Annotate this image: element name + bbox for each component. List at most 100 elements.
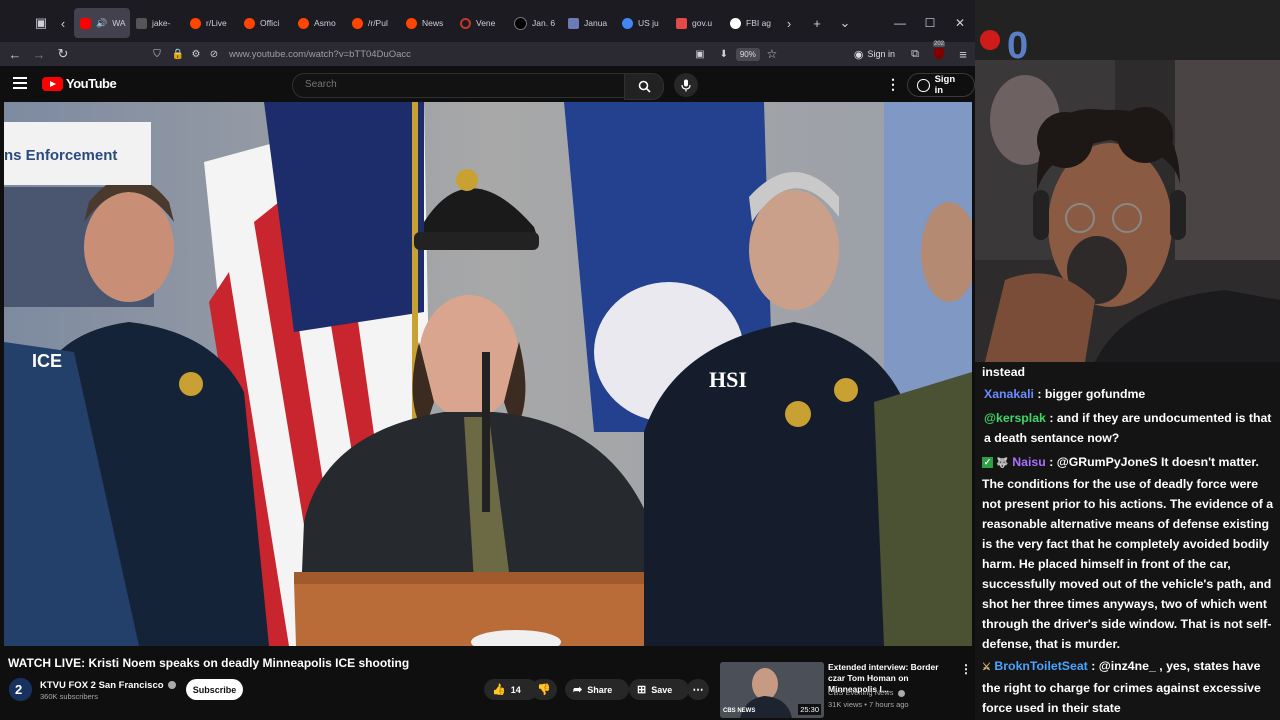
tab[interactable]: r/Live	[184, 8, 238, 38]
extensions-icon[interactable]: ⧉	[903, 48, 927, 61]
channel-name[interactable]: KTVU FOX 2 San Francisco	[40, 680, 177, 691]
list-tabs-icon[interactable]: ⌄	[834, 12, 856, 34]
search-input[interactable]	[293, 74, 617, 95]
circle-icon	[460, 17, 471, 29]
back-icon[interactable]: ←	[3, 47, 27, 62]
sword-badge-icon: ⚔	[982, 662, 991, 673]
close-window-icon[interactable]: ✕	[945, 16, 975, 30]
shield-red-icon	[934, 47, 944, 59]
tab[interactable]: Offici	[238, 8, 292, 38]
verified-icon	[168, 681, 177, 690]
recommended-menu-icon[interactable]: ⋮	[960, 662, 972, 676]
tab[interactable]: gov.u	[670, 8, 724, 38]
dislike-button[interactable]: 👎	[531, 679, 557, 700]
tabs-scroll-right-icon[interactable]: ›	[778, 12, 800, 34]
microphone-icon	[681, 79, 691, 91]
tab-manager-icon[interactable]: ▣	[30, 12, 52, 34]
reddit-icon	[244, 17, 255, 29]
voice-search-button[interactable]	[674, 73, 698, 97]
save-page-icon[interactable]: ⬇	[712, 49, 736, 60]
thumbs-up-icon: 👍	[492, 684, 506, 696]
speaker-icon[interactable]: 🔊	[96, 18, 107, 29]
chat-message: Xanakali : bigger gofundme	[984, 387, 1146, 401]
more-actions-button[interactable]: ⋯	[687, 679, 709, 700]
tab[interactable]: US ju	[616, 8, 670, 38]
tab[interactable]: News	[400, 8, 454, 38]
zoom-level[interactable]: 90%	[735, 47, 760, 61]
youtube-icon	[80, 17, 91, 29]
tabs-scroll-left-icon[interactable]: ‹	[52, 12, 74, 34]
tab[interactable]: Janua	[562, 8, 616, 38]
url-bar[interactable]: www.youtube.com/watch?v=bTT04DuOacc	[229, 49, 411, 60]
recommended-thumbnail[interactable]: CBS NEWS 25:30	[720, 662, 824, 718]
ublock-badge: 202	[933, 40, 946, 47]
subscribe-button[interactable]: Subscribe	[186, 679, 243, 700]
forward-icon[interactable]: →	[27, 47, 51, 62]
shield-icon[interactable]: ⛉	[145, 49, 169, 60]
lock-icon[interactable]: 🔒	[169, 49, 187, 60]
chat-username[interactable]: Naisu	[1012, 455, 1046, 469]
recommended-video[interactable]: CBS NEWS 25:30 Extended interview: Borde…	[720, 662, 975, 720]
like-button[interactable]: 👍 14	[484, 679, 538, 700]
share-icon: ➦	[573, 684, 583, 696]
tab-strip: ▣ ‹ 🔊 WA ✕ jake- r/Live Offici Asmo /r/P…	[0, 0, 975, 46]
account-signin[interactable]: ◉ Sign in	[854, 48, 895, 61]
svg-text:2: 2	[15, 682, 22, 697]
recommended-channel[interactable]: CBS Evening News	[828, 688, 905, 697]
new-tab-icon[interactable]: +	[806, 12, 828, 34]
recommended-meta: 31K views • 7 hours ago	[828, 700, 909, 709]
youtube-play-icon	[42, 76, 63, 91]
picture-in-picture-icon[interactable]: ▣	[688, 49, 712, 60]
chat-message-text: bigger gofundme	[1044, 387, 1146, 401]
minimize-icon[interactable]: —	[885, 16, 915, 30]
reload-icon[interactable]: ↻	[51, 46, 75, 62]
reddit-icon	[298, 17, 309, 29]
channel-avatar[interactable]: 2	[9, 678, 32, 701]
youtube-logo[interactable]: YouTube	[42, 76, 117, 91]
save-button[interactable]: ⊞ Save	[629, 679, 689, 700]
account-icon: ◉	[853, 48, 864, 61]
ublock-icon[interactable]: 202	[927, 40, 951, 62]
menu-icon[interactable]: ≡	[951, 47, 975, 62]
youtube-header: YouTube ⋮ Sign in	[0, 66, 975, 102]
chat-username[interactable]: BroknToiletSeat	[994, 659, 1087, 673]
subscriber-count: 360K subscribers	[40, 692, 98, 701]
settings-menu-icon[interactable]: ⋮	[886, 76, 900, 93]
chat-username[interactable]: @kersplak	[984, 411, 1046, 425]
chat-panel: instead Xanakali : bigger gofundme @kers…	[975, 362, 1280, 720]
search-box[interactable]	[292, 73, 626, 98]
chat-message: instead	[982, 362, 1279, 382]
banner-text: ns Enforcement	[4, 147, 118, 164]
verified-icon	[897, 689, 905, 697]
maximize-icon[interactable]: ☐	[915, 16, 945, 30]
more-horizontal-icon: ⋯	[692, 684, 704, 696]
share-button[interactable]: ➦ Share	[565, 679, 629, 700]
fox2-logo-icon: 2	[9, 678, 32, 701]
tab[interactable]: Vene	[454, 8, 508, 38]
webcam-image: 0	[975, 0, 1280, 362]
video-title: WATCH LIVE: Kristi Noem speaks on deadly…	[8, 656, 410, 670]
search-icon	[638, 80, 651, 93]
tab[interactable]: jake-	[130, 8, 184, 38]
google-icon	[622, 17, 633, 29]
search-button[interactable]	[624, 73, 664, 100]
reddit-icon	[190, 17, 201, 29]
signin-button[interactable]: Sign in	[907, 73, 975, 97]
wolf-badge-icon: 🐺	[996, 458, 1009, 469]
tab-active[interactable]: 🔊 WA ✕	[74, 8, 130, 38]
pdf-icon	[676, 17, 687, 29]
tab[interactable]: Jan. 6	[508, 8, 562, 38]
permissions-icon[interactable]: ⚙	[187, 49, 205, 60]
hamburger-menu-icon[interactable]	[13, 77, 27, 92]
tab[interactable]: Asmo	[292, 8, 346, 38]
tab[interactable]: /r/Pul	[346, 8, 400, 38]
tab[interactable]: FBI ag	[724, 8, 778, 38]
browser-window: ▣ ‹ 🔊 WA ✕ jake- r/Live Offici Asmo /r/P…	[0, 0, 975, 720]
svg-text:HSI: HSI	[709, 367, 747, 392]
bookmark-star-icon[interactable]: ☆	[760, 47, 784, 61]
vip-badge-icon: ✓	[982, 457, 993, 469]
chat-username[interactable]: Xanakali	[984, 387, 1034, 401]
microphone-blocked-icon[interactable]: ⊘	[205, 49, 223, 60]
building-icon	[568, 17, 579, 29]
video-player[interactable]: ICE HSI ns Enforcement	[4, 102, 972, 646]
